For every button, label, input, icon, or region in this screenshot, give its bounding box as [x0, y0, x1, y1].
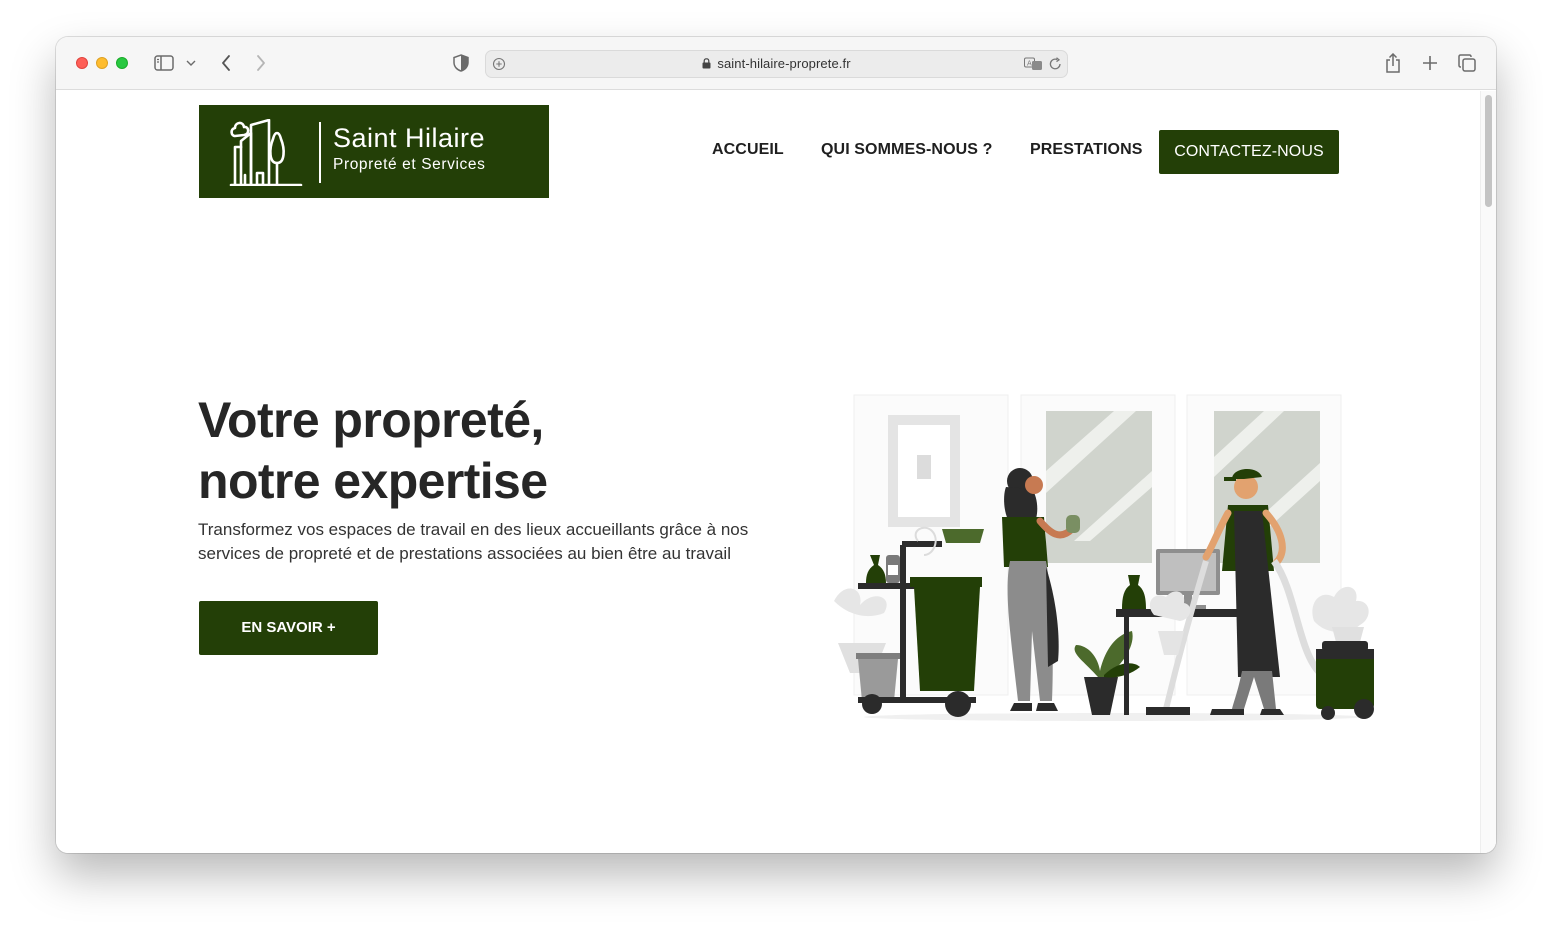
hero-title: Votre propreté, notre expertise: [198, 390, 548, 512]
cleaning-team-illustration: [834, 394, 1374, 721]
nav-prestations[interactable]: PRESTATIONS: [1030, 141, 1143, 159]
logo-subtitle: Propreté et Services: [333, 156, 486, 173]
nav-accueil[interactable]: ACCUEIL: [712, 141, 784, 159]
translate-icon[interactable]: A: [1024, 57, 1044, 76]
close-window-button[interactable]: [76, 57, 88, 69]
privacy-shield-icon[interactable]: [451, 51, 471, 75]
hero-title-line-1: Votre propreté,: [198, 392, 544, 448]
tab-overview-icon[interactable]: [1456, 51, 1478, 75]
nav-qui-sommes-nous[interactable]: QUI SOMMES-NOUS ?: [821, 141, 992, 159]
reload-icon[interactable]: [1049, 57, 1062, 76]
back-icon[interactable]: [215, 51, 237, 75]
address-bar[interactable]: saint-hilaire-proprete.fr A: [485, 50, 1068, 78]
minimize-window-button[interactable]: [96, 57, 108, 69]
svg-text:A: A: [1027, 60, 1032, 68]
learn-more-button[interactable]: EN SAVOIR +: [199, 601, 378, 655]
site-logo[interactable]: Saint Hilaire Propreté et Services: [199, 105, 549, 198]
hero-description: Transformez vos espaces de travail en de…: [198, 520, 749, 563]
lock-icon: [702, 58, 711, 69]
chevron-down-icon[interactable]: [184, 51, 198, 75]
new-tab-icon[interactable]: [1419, 51, 1441, 75]
url-value: saint-hilaire-proprete.fr: [717, 56, 851, 71]
sidebar-icon[interactable]: [152, 51, 176, 75]
hero-title-line-2: notre expertise: [198, 453, 548, 509]
forward-icon[interactable]: [250, 51, 272, 75]
contact-button[interactable]: CONTACTEZ-NOUS: [1159, 130, 1339, 174]
building-tree-logo-icon: [229, 119, 303, 186]
scrollbar-thumb[interactable]: [1485, 95, 1492, 207]
browser-toolbar: saint-hilaire-proprete.fr A: [56, 37, 1496, 90]
zoom-window-button[interactable]: [116, 57, 128, 69]
browser-window: saint-hilaire-proprete.fr A Saint Hilair…: [56, 37, 1496, 853]
page-viewport: Saint Hilaire Propreté et Services ACCUE…: [56, 91, 1496, 853]
page-scrollbar[interactable]: [1480, 91, 1496, 853]
share-icon[interactable]: [1382, 51, 1404, 75]
logo-divider: [319, 122, 321, 183]
url-text: saint-hilaire-proprete.fr: [486, 56, 1067, 71]
logo-title: Saint Hilaire: [333, 123, 486, 153]
